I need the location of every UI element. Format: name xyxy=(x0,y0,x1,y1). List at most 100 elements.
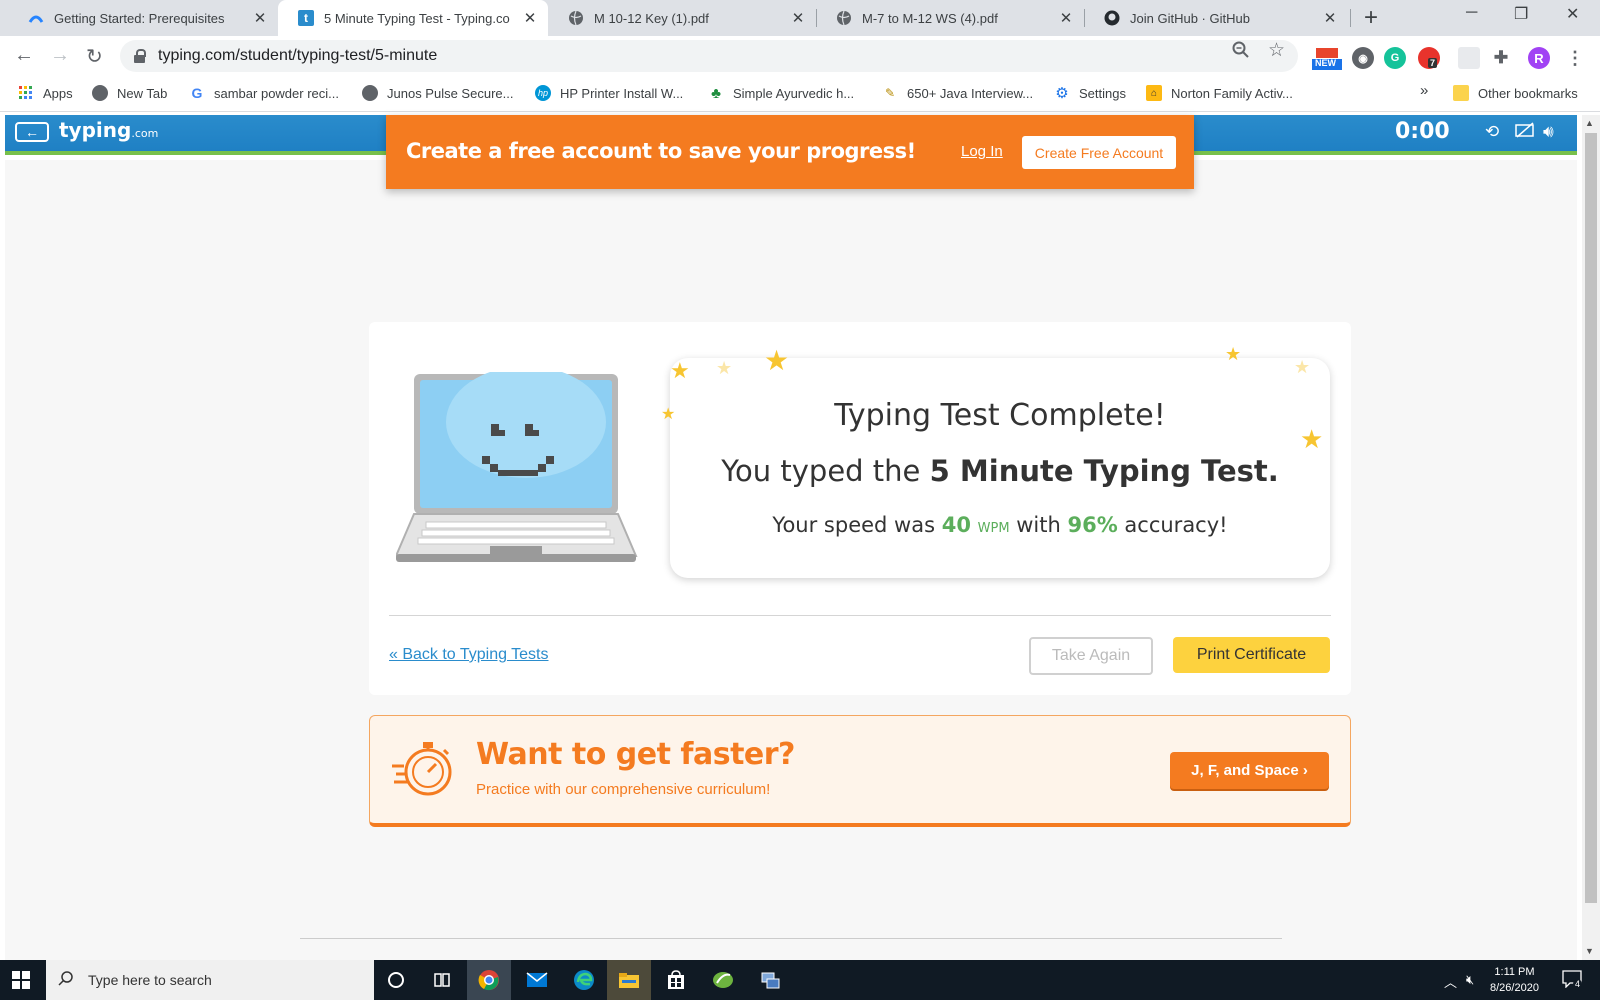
accuracy-value: 96% xyxy=(1067,513,1118,537)
spring-tool-icon[interactable] xyxy=(709,966,737,994)
menu-dots-icon[interactable]: ⋮ xyxy=(1564,47,1586,69)
github-icon xyxy=(1104,10,1120,26)
restore-icon[interactable]: ❐ xyxy=(1514,4,1528,24)
tab-m7-pdf[interactable]: M-7 to M-12 WS (4).pdf ✕ xyxy=(816,0,1084,36)
back-arrow-icon[interactable]: ← xyxy=(14,44,34,67)
close-icon[interactable]: ✕ xyxy=(522,9,538,27)
tab-separator xyxy=(1350,9,1351,27)
new-extension-icon[interactable]: NEW xyxy=(1312,47,1342,71)
close-icon[interactable]: ✕ xyxy=(1058,9,1074,27)
star-icon: ★ xyxy=(1294,357,1311,377)
tab-typing-test[interactable]: t 5 Minute Typing Test - Typing.co ✕ xyxy=(278,0,548,36)
hp-icon: hp xyxy=(535,85,551,101)
close-icon[interactable]: ✕ xyxy=(790,9,806,27)
create-account-button[interactable]: Create Free Account xyxy=(1022,136,1176,169)
atlassian-icon xyxy=(28,10,44,26)
forward-arrow-icon[interactable]: → xyxy=(50,44,70,67)
scroll-thumb[interactable] xyxy=(1585,133,1597,903)
signup-promo-banner: Create a free account to save your progr… xyxy=(386,115,1194,189)
vpn-extension-icon[interactable]: ◉ xyxy=(1352,47,1374,69)
take-again-button[interactable]: Take Again xyxy=(1029,637,1153,675)
speech-bubble-tail xyxy=(639,455,671,495)
close-icon[interactable]: ✕ xyxy=(1322,9,1338,27)
grammarly-icon[interactable]: G xyxy=(1384,47,1406,69)
wpm-value: 40 xyxy=(941,513,971,537)
back-to-typing-tests-link[interactable]: « Back to Typing Tests xyxy=(389,646,549,664)
lock-icon xyxy=(134,49,146,63)
completion-title: Typing Test Complete! xyxy=(834,398,1166,433)
test-name: 5 Minute Typing Test. xyxy=(929,454,1279,488)
windows-start-icon[interactable] xyxy=(12,971,30,989)
cortana-icon[interactable] xyxy=(382,966,410,994)
store-icon[interactable] xyxy=(662,966,690,994)
network-app-icon[interactable] xyxy=(756,966,784,994)
print-certificate-button[interactable]: Print Certificate xyxy=(1173,637,1330,673)
extension-placeholder-icon[interactable] xyxy=(1458,47,1480,69)
blocker-extension-icon[interactable]: 7 xyxy=(1418,47,1440,69)
bookmark-settings[interactable]: ⚙ Settings xyxy=(1054,85,1126,102)
file-explorer-icon[interactable] xyxy=(615,966,643,994)
apps-grid-icon xyxy=(18,85,34,101)
search-icon xyxy=(58,970,74,991)
profile-avatar[interactable]: R xyxy=(1528,47,1550,69)
practice-promo-subtitle: Practice with our comprehensive curricul… xyxy=(476,781,771,798)
tab-github[interactable]: Join GitHub · GitHub ✕ xyxy=(1084,0,1348,36)
norton-icon: ⌂ xyxy=(1146,85,1162,101)
puzzle-icon[interactable]: ✚ xyxy=(1490,47,1512,69)
wpm-unit: WPM xyxy=(977,521,1010,536)
tray-expand-icon[interactable]: ︿ xyxy=(1444,972,1457,991)
globe-icon xyxy=(836,10,852,26)
tab-getting-started[interactable]: Getting Started: Prerequisites ✕ xyxy=(8,0,278,36)
reload-icon[interactable]: ↻ xyxy=(86,44,103,69)
window-close-icon[interactable]: ✕ xyxy=(1566,4,1579,24)
jf-space-lesson-button[interactable]: J, F, and Space › xyxy=(1170,752,1329,789)
star-icon: ★ xyxy=(764,345,790,376)
bookmark-hp-printer[interactable]: hp HP Printer Install W... xyxy=(535,85,683,101)
typing-logo[interactable]: typing.com xyxy=(59,118,158,142)
task-view-icon[interactable] xyxy=(428,966,456,994)
scroll-up-icon[interactable]: ▲ xyxy=(1585,118,1594,128)
close-icon[interactable]: ✕ xyxy=(252,9,268,27)
login-link[interactable]: Log In xyxy=(961,143,1003,160)
stopwatch-icon xyxy=(392,742,452,796)
globe-icon xyxy=(568,10,584,26)
bookmark-sambar[interactable]: G sambar powder reci... xyxy=(189,85,339,101)
bookmark-apps[interactable]: Apps xyxy=(18,85,73,101)
bookmark-junos[interactable]: Junos Pulse Secure... xyxy=(362,85,513,101)
minimize-icon[interactable]: ─ xyxy=(1466,4,1477,22)
taskbar-clock[interactable]: 1:11 PM 8/26/2020 xyxy=(1490,964,1539,996)
bookmark-star-icon[interactable]: ☆ xyxy=(1268,39,1285,62)
header-back-button[interactable]: ← xyxy=(15,122,49,142)
zoom-icon[interactable] xyxy=(1232,41,1250,64)
scroll-down-icon[interactable]: ▼ xyxy=(1585,946,1594,956)
notification-center-icon[interactable]: 4 xyxy=(1562,970,1583,991)
globe-icon xyxy=(362,85,378,101)
typing-favicon-icon: t xyxy=(298,10,314,26)
tab-m10-pdf[interactable]: M 10-12 Key (1).pdf ✕ xyxy=(548,0,816,36)
bookmark-ayurvedic[interactable]: ♣ Simple Ayurvedic h... xyxy=(708,84,854,102)
clover-icon: ♣ xyxy=(711,84,721,102)
gear-icon: ⚙ xyxy=(1055,85,1069,102)
history-icon[interactable]: ⟲ xyxy=(1485,122,1499,142)
promo-text: Create a free account to save your progr… xyxy=(406,139,916,163)
other-bookmarks[interactable]: Other bookmarks xyxy=(1453,85,1578,101)
typed-test-line: You typed the 5 Minute Typing Test. xyxy=(721,454,1279,488)
timer-display: 0:00 xyxy=(1395,119,1450,144)
bookmark-new-tab[interactable]: New Tab xyxy=(92,85,167,101)
bookmarks-overflow-button[interactable]: » xyxy=(1420,82,1428,99)
url-text[interactable]: typing.com/student/typing-test/5-minute xyxy=(158,47,437,65)
mail-icon[interactable] xyxy=(523,966,551,994)
new-tab-button[interactable]: + xyxy=(1364,4,1378,32)
keyboard-toggle-icon[interactable] xyxy=(1515,122,1535,143)
chrome-icon[interactable] xyxy=(475,966,503,994)
bookmark-norton[interactable]: ⌂ Norton Family Activ... xyxy=(1146,85,1293,101)
volume-muted-icon[interactable]: 🔇︎ xyxy=(1466,972,1474,988)
windows-taskbar: Type here to search ︿ 🔇︎ 1:11 PM 8/26/20… xyxy=(0,960,1600,1000)
taskbar-search[interactable]: Type here to search xyxy=(46,960,374,1000)
sound-icon[interactable]: 🔊︎ xyxy=(1543,122,1554,142)
edge-icon[interactable] xyxy=(570,966,598,994)
address-bar[interactable]: typing.com/student/typing-test/5-minute xyxy=(120,40,1298,72)
bookmarks-bar: Apps New Tab G sambar powder reci... Jun… xyxy=(0,76,1600,112)
globe-icon xyxy=(92,85,108,101)
bookmark-java[interactable]: ✎ 650+ Java Interview... xyxy=(882,85,1033,101)
